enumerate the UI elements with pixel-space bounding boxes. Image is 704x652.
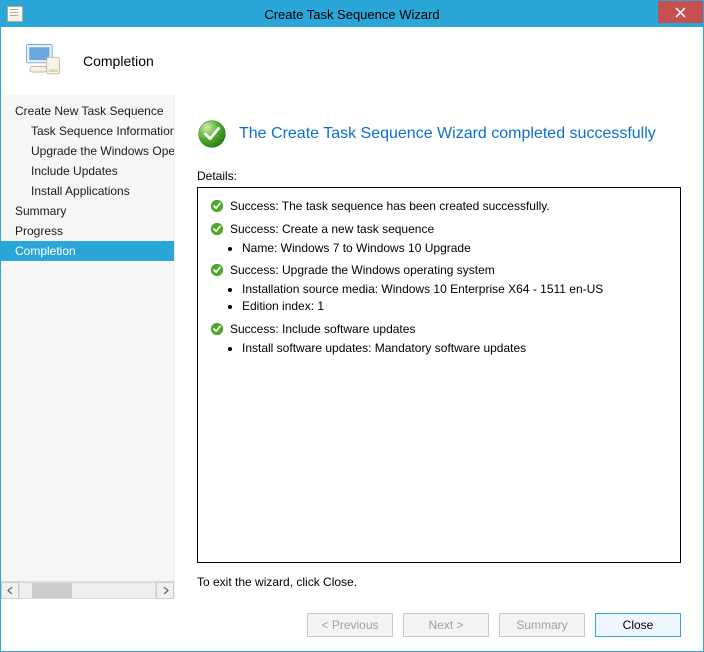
chevron-right-icon xyxy=(162,587,169,594)
detail-text: Success: Upgrade the Windows operating s… xyxy=(230,262,495,279)
success-header: The Create Task Sequence Wizard complete… xyxy=(197,119,681,149)
computer-icon xyxy=(21,39,65,83)
success-small-icon xyxy=(210,263,224,277)
detail-bullet: Name: Windows 7 to Windows 10 Upgrade xyxy=(242,240,668,257)
main-panel: The Create Task Sequence Wizard complete… xyxy=(175,95,703,599)
success-icon xyxy=(197,119,227,149)
detail-bullets: Installation source media: Windows 10 En… xyxy=(242,281,668,315)
exit-hint: To exit the wizard, click Close. xyxy=(197,575,681,589)
sidebar-item[interactable]: Install Applications xyxy=(1,181,174,201)
summary-button[interactable]: Summary xyxy=(499,613,585,637)
detail-text: Success: Include software updates xyxy=(230,321,415,338)
step-title: Completion xyxy=(83,53,154,69)
sidebar-item[interactable]: Completion xyxy=(1,241,174,261)
success-small-icon xyxy=(210,199,224,213)
sidebar-item[interactable]: Task Sequence Information xyxy=(1,121,174,141)
detail-bullet: Install software updates: Mandatory soft… xyxy=(242,340,668,357)
close-button[interactable]: Close xyxy=(595,613,681,637)
detail-bullet: Installation source media: Windows 10 En… xyxy=(242,281,668,298)
step-nav: Create New Task SequenceTask Sequence In… xyxy=(1,101,174,581)
detail-bullets: Install software updates: Mandatory soft… xyxy=(242,340,668,357)
scroll-left-button[interactable] xyxy=(1,582,19,599)
detail-row: Success: The task sequence has been crea… xyxy=(210,198,668,215)
sidebar: Create New Task SequenceTask Sequence In… xyxy=(1,95,175,599)
close-icon xyxy=(675,7,686,18)
success-small-icon xyxy=(210,222,224,236)
close-window-button[interactable] xyxy=(658,1,703,23)
wizard-body: Create New Task SequenceTask Sequence In… xyxy=(1,95,703,599)
detail-bullet: Edition index: 1 xyxy=(242,298,668,315)
window-title: Create Task Sequence Wizard xyxy=(1,7,703,22)
detail-row: Success: Upgrade the Windows operating s… xyxy=(210,262,668,279)
detail-text: Success: The task sequence has been crea… xyxy=(230,198,550,215)
detail-row: Success: Include software updates xyxy=(210,321,668,338)
sidebar-item[interactable]: Include Updates xyxy=(1,161,174,181)
details-box[interactable]: Success: The task sequence has been crea… xyxy=(197,187,681,563)
scroll-track[interactable] xyxy=(19,582,156,599)
detail-bullets: Name: Windows 7 to Windows 10 Upgrade xyxy=(242,240,668,257)
success-small-icon xyxy=(210,322,224,336)
next-button[interactable]: Next > xyxy=(403,613,489,637)
app-icon xyxy=(7,6,23,22)
scroll-right-button[interactable] xyxy=(156,582,174,599)
detail-text: Success: Create a new task sequence xyxy=(230,221,434,238)
scroll-thumb[interactable] xyxy=(32,583,72,598)
sidebar-item[interactable]: Progress xyxy=(1,221,174,241)
horizontal-scrollbar[interactable] xyxy=(1,581,174,599)
previous-button[interactable]: < Previous xyxy=(307,613,393,637)
title-bar[interactable]: Create Task Sequence Wizard xyxy=(1,1,703,27)
sidebar-item[interactable]: Summary xyxy=(1,201,174,221)
sidebar-item[interactable]: Create New Task Sequence xyxy=(1,101,174,121)
chevron-left-icon xyxy=(7,587,14,594)
detail-row: Success: Create a new task sequence xyxy=(210,221,668,238)
wizard-window: Create Task Sequence Wizard Completion C… xyxy=(0,0,704,652)
details-label: Details: xyxy=(197,169,681,183)
sidebar-item[interactable]: Upgrade the Windows Operating System xyxy=(1,141,174,161)
wizard-footer: < Previous Next > Summary Close xyxy=(1,599,703,651)
success-heading: The Create Task Sequence Wizard complete… xyxy=(239,125,656,143)
wizard-header: Completion xyxy=(1,27,703,95)
